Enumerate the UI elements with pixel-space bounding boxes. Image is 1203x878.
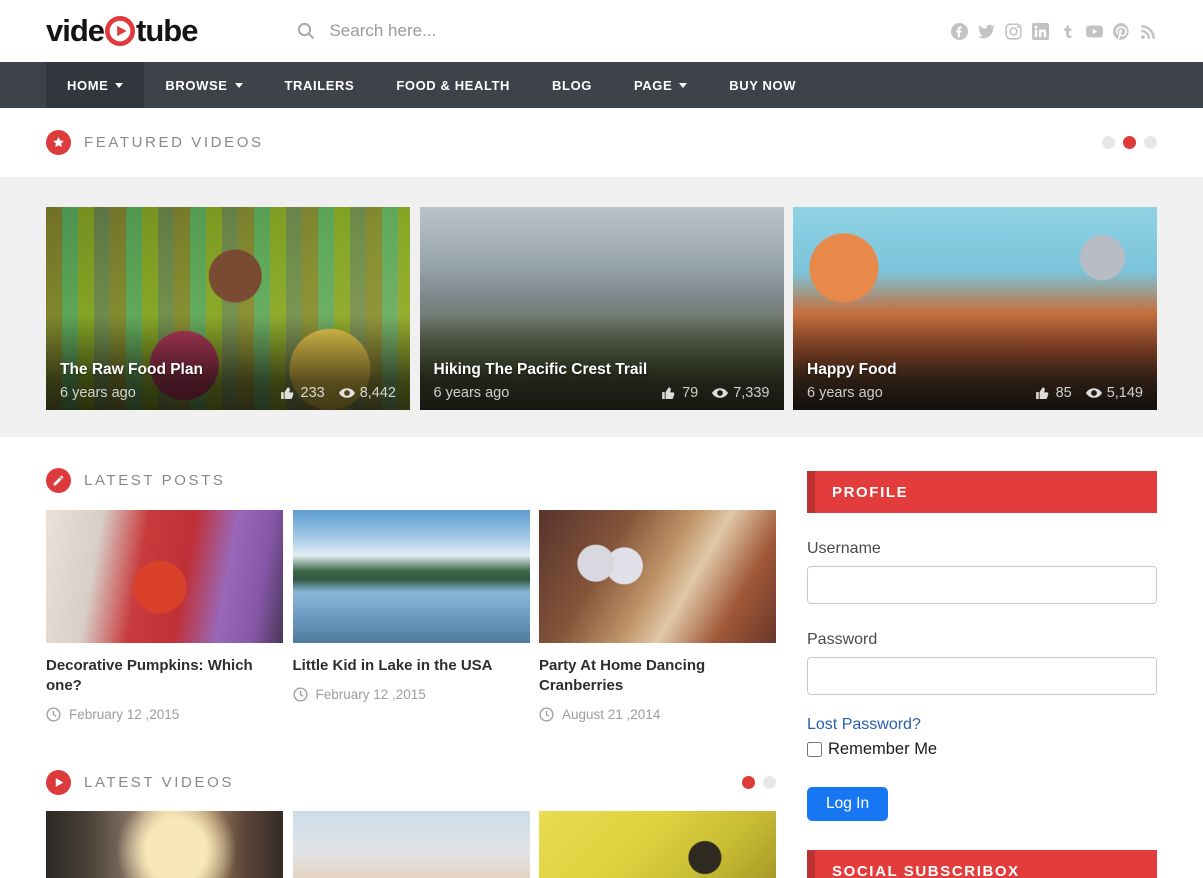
featured-videos-band: The Raw Food Plan 6 years ago 233 8,442 … <box>0 177 1203 437</box>
rss-icon[interactable] <box>1140 23 1157 40</box>
instagram-icon[interactable] <box>1005 23 1022 40</box>
post-date: February 12 ,2015 <box>69 707 179 722</box>
login-button[interactable]: Log In <box>807 787 888 821</box>
nav-item-blog[interactable]: BLOG <box>531 62 613 108</box>
carousel-dot[interactable] <box>1102 136 1115 149</box>
nav-item-browse[interactable]: BROWSE <box>144 62 263 108</box>
chevron-down-icon <box>235 83 243 88</box>
view-count: 7,339 <box>733 385 769 401</box>
logo-play-icon <box>105 16 135 46</box>
featured-video-card[interactable]: Happy Food 6 years ago 85 5,149 <box>793 207 1157 410</box>
pinterest-icon[interactable] <box>1113 23 1130 40</box>
video-title: The Raw Food Plan <box>60 361 396 379</box>
post-date: February 12 ,2015 <box>316 687 426 702</box>
top-bar: vide tube <box>0 0 1203 62</box>
carousel-dot-active[interactable] <box>1123 136 1136 149</box>
post-title: Decorative Pumpkins: Which one? <box>46 656 283 696</box>
section-title: LATEST VIDEOS <box>84 774 234 791</box>
nav-item-buy-now[interactable]: BUY NOW <box>708 62 817 108</box>
social-links <box>951 23 1157 40</box>
nav-item-home[interactable]: HOME <box>46 62 144 108</box>
search-input[interactable] <box>329 21 629 41</box>
nav-item-trailers[interactable]: TRAILERS <box>264 62 376 108</box>
post-thumbnail <box>539 510 776 643</box>
twitter-icon[interactable] <box>978 23 995 40</box>
pencil-icon <box>46 468 71 493</box>
tumblr-icon[interactable] <box>1059 23 1076 40</box>
thumbs-up-icon <box>280 387 296 399</box>
clock-icon <box>46 707 61 722</box>
clock-icon <box>539 707 554 722</box>
view-count: 5,149 <box>1107 385 1143 401</box>
featured-videos-header: FEATURED VIDEOS <box>0 108 1203 177</box>
chevron-down-icon <box>679 83 687 88</box>
nav-item-page[interactable]: PAGE <box>613 62 708 108</box>
social-subscribox-header: SOCIAL SUBSCRIBOX <box>807 850 1157 878</box>
video-title: Happy Food <box>807 361 1143 379</box>
section-title: LATEST POSTS <box>84 472 226 489</box>
like-count: 85 <box>1056 385 1072 401</box>
featured-carousel-dots <box>1102 136 1157 149</box>
profile-widget-header: PROFILE <box>807 471 1157 513</box>
star-icon <box>46 130 71 155</box>
featured-video-card[interactable]: Hiking The Pacific Crest Trail 6 years a… <box>420 207 784 410</box>
post-thumbnail <box>293 510 530 643</box>
video-thumbnail <box>539 811 776 878</box>
like-count: 233 <box>301 385 325 401</box>
search-box <box>297 21 951 41</box>
post-thumbnail <box>46 510 283 643</box>
sidebar: PROFILE Username Password Lost Password?… <box>807 437 1157 878</box>
featured-video-card[interactable]: The Raw Food Plan 6 years ago 233 8,442 <box>46 207 410 410</box>
view-count: 8,442 <box>360 385 396 401</box>
eye-icon <box>712 387 728 399</box>
post-title: Little Kid in Lake in the USA <box>293 656 530 676</box>
password-field[interactable] <box>807 657 1157 695</box>
chevron-down-icon <box>115 83 123 88</box>
clock-icon <box>293 687 308 702</box>
video-age: 6 years ago <box>434 385 510 401</box>
password-label: Password <box>807 631 1157 649</box>
thumbs-up-icon <box>661 387 677 399</box>
youtube-icon[interactable] <box>1086 23 1103 40</box>
username-label: Username <box>807 540 1157 558</box>
logo-text-left: vide <box>46 13 104 49</box>
latest-posts-header: LATEST POSTS <box>46 468 776 492</box>
main-column: LATEST POSTS Decorative Pumpkins: Which … <box>46 437 776 878</box>
remember-me-checkbox[interactable] <box>807 742 822 757</box>
nav-item-food-health[interactable]: FOOD & HEALTH <box>375 62 531 108</box>
carousel-dot[interactable] <box>1144 136 1157 149</box>
linkedin-icon[interactable] <box>1032 23 1049 40</box>
facebook-icon[interactable] <box>951 23 968 40</box>
main-nav: HOME BROWSE TRAILERS FOOD & HEALTH BLOG … <box>0 62 1203 108</box>
video-card[interactable] <box>46 811 283 878</box>
post-card[interactable]: Decorative Pumpkins: Which one? February… <box>46 510 283 722</box>
like-count: 79 <box>682 385 698 401</box>
site-logo[interactable]: vide tube <box>46 13 197 49</box>
search-icon <box>297 22 315 40</box>
play-icon <box>46 770 71 795</box>
lost-password-link[interactable]: Lost Password? <box>807 716 921 734</box>
video-thumbnail <box>293 811 530 878</box>
video-thumbnail <box>46 811 283 878</box>
video-age: 6 years ago <box>60 385 136 401</box>
post-card[interactable]: Little Kid in Lake in the USA February 1… <box>293 510 530 722</box>
logo-text-right: tube <box>136 13 197 49</box>
video-age: 6 years ago <box>807 385 883 401</box>
thumbs-up-icon <box>1035 387 1051 399</box>
post-date: August 21 ,2014 <box>562 707 660 722</box>
eye-icon <box>339 387 355 399</box>
remember-me-label: Remember Me <box>828 740 937 759</box>
carousel-dot[interactable] <box>763 776 776 789</box>
latest-videos-header: LATEST VIDEOS <box>46 770 776 794</box>
section-title: FEATURED VIDEOS <box>84 134 264 151</box>
video-card[interactable] <box>293 811 530 878</box>
video-card[interactable] <box>539 811 776 878</box>
carousel-dot-active[interactable] <box>742 776 755 789</box>
username-field[interactable] <box>807 566 1157 604</box>
post-title: Party At Home Dancing Cranberries <box>539 656 776 696</box>
video-title: Hiking The Pacific Crest Trail <box>434 361 770 379</box>
eye-icon <box>1086 387 1102 399</box>
latest-videos-carousel-dots <box>742 776 776 789</box>
post-card[interactable]: Party At Home Dancing Cranberries August… <box>539 510 776 722</box>
